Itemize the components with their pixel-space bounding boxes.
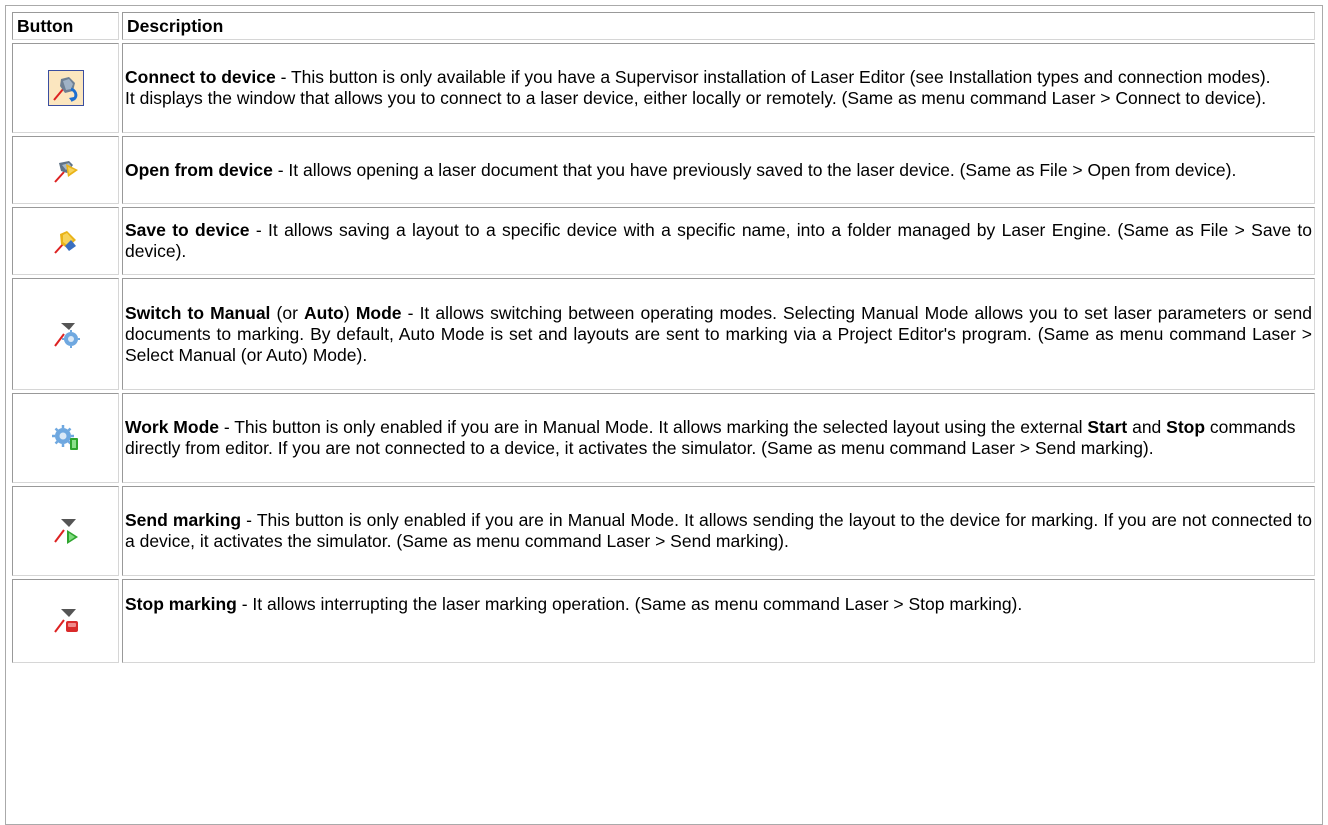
row-title: Send marking xyxy=(125,510,242,530)
switch-mode-icon[interactable] xyxy=(51,319,81,349)
stop-marking-icon[interactable] xyxy=(51,606,81,636)
description-cell: Switch to Manual (or Auto) Mode - It all… xyxy=(122,278,1315,390)
description-cell: Connect to device - This button is only … xyxy=(122,43,1315,133)
button-cell xyxy=(12,278,119,390)
row-text-mid-2: ) xyxy=(343,302,356,323)
table-row: Switch to Manual (or Auto) Mode - It all… xyxy=(12,278,1315,390)
header-description: Description xyxy=(122,12,1315,40)
table-row: Stop marking - It allows interrupting th… xyxy=(12,579,1315,663)
row-title: Open from device xyxy=(125,159,273,180)
open-from-device-icon[interactable] xyxy=(51,155,81,185)
button-cell xyxy=(12,43,119,133)
row-title: Connect to device xyxy=(125,67,276,87)
description-cell: Stop marking - It allows interrupting th… xyxy=(122,579,1315,663)
row-title: Work Mode xyxy=(125,417,219,437)
header-button: Button xyxy=(12,12,119,40)
save-to-device-icon[interactable] xyxy=(51,226,81,256)
table-row: Work Mode - This button is only enabled … xyxy=(12,393,1315,483)
row-text: - This button is only available if you h… xyxy=(275,67,1271,87)
row-text: - It allows interrupting the laser marki… xyxy=(236,594,1023,614)
row-title-mode: Mode xyxy=(355,302,402,323)
description-cell: Work Mode - This button is only enabled … xyxy=(122,393,1315,483)
table-header-row: Button Description xyxy=(12,12,1315,40)
description-cell: Send marking - This button is only enabl… xyxy=(122,486,1315,576)
button-cell xyxy=(12,393,119,483)
row-text-mid: (or xyxy=(270,302,305,323)
button-cell xyxy=(12,579,119,663)
table-row: Open from device - It allows opening a l… xyxy=(12,136,1315,204)
row-title: Switch to Manual xyxy=(125,302,271,323)
row-text: - It allows opening a laser document tha… xyxy=(272,159,1237,180)
send-marking-icon[interactable] xyxy=(51,516,81,546)
row-title-auto: Auto xyxy=(304,302,344,323)
row-text: - This button is only enabled if you are… xyxy=(219,417,1088,437)
button-cell xyxy=(12,486,119,576)
row-bold-start: Start xyxy=(1087,417,1128,437)
toolbar-buttons-table: Button Description Connect to device - T… xyxy=(9,9,1318,666)
table-row: Send marking - This button is only enabl… xyxy=(12,486,1315,576)
row-title: Stop marking xyxy=(125,594,237,614)
row-title: Save to device xyxy=(125,220,250,240)
button-cell xyxy=(12,207,119,275)
row-text: - This button is only enabled if you are… xyxy=(125,510,1312,551)
work-mode-icon[interactable] xyxy=(51,423,81,453)
row-text: - It allows saving a layout to a specifi… xyxy=(125,220,1312,261)
row-text-and: and xyxy=(1127,417,1167,437)
description-cell: Save to device - It allows saving a layo… xyxy=(122,207,1315,275)
table-row: Connect to device - This button is only … xyxy=(12,43,1315,133)
table-row: Save to device - It allows saving a layo… xyxy=(12,207,1315,275)
row-bold-stop: Stop xyxy=(1166,417,1206,437)
row-text-2: It displays the window that allows you t… xyxy=(125,88,1267,108)
button-cell xyxy=(12,136,119,204)
connect-to-device-icon[interactable] xyxy=(47,70,84,106)
description-cell: Open from device - It allows opening a l… xyxy=(122,136,1315,204)
